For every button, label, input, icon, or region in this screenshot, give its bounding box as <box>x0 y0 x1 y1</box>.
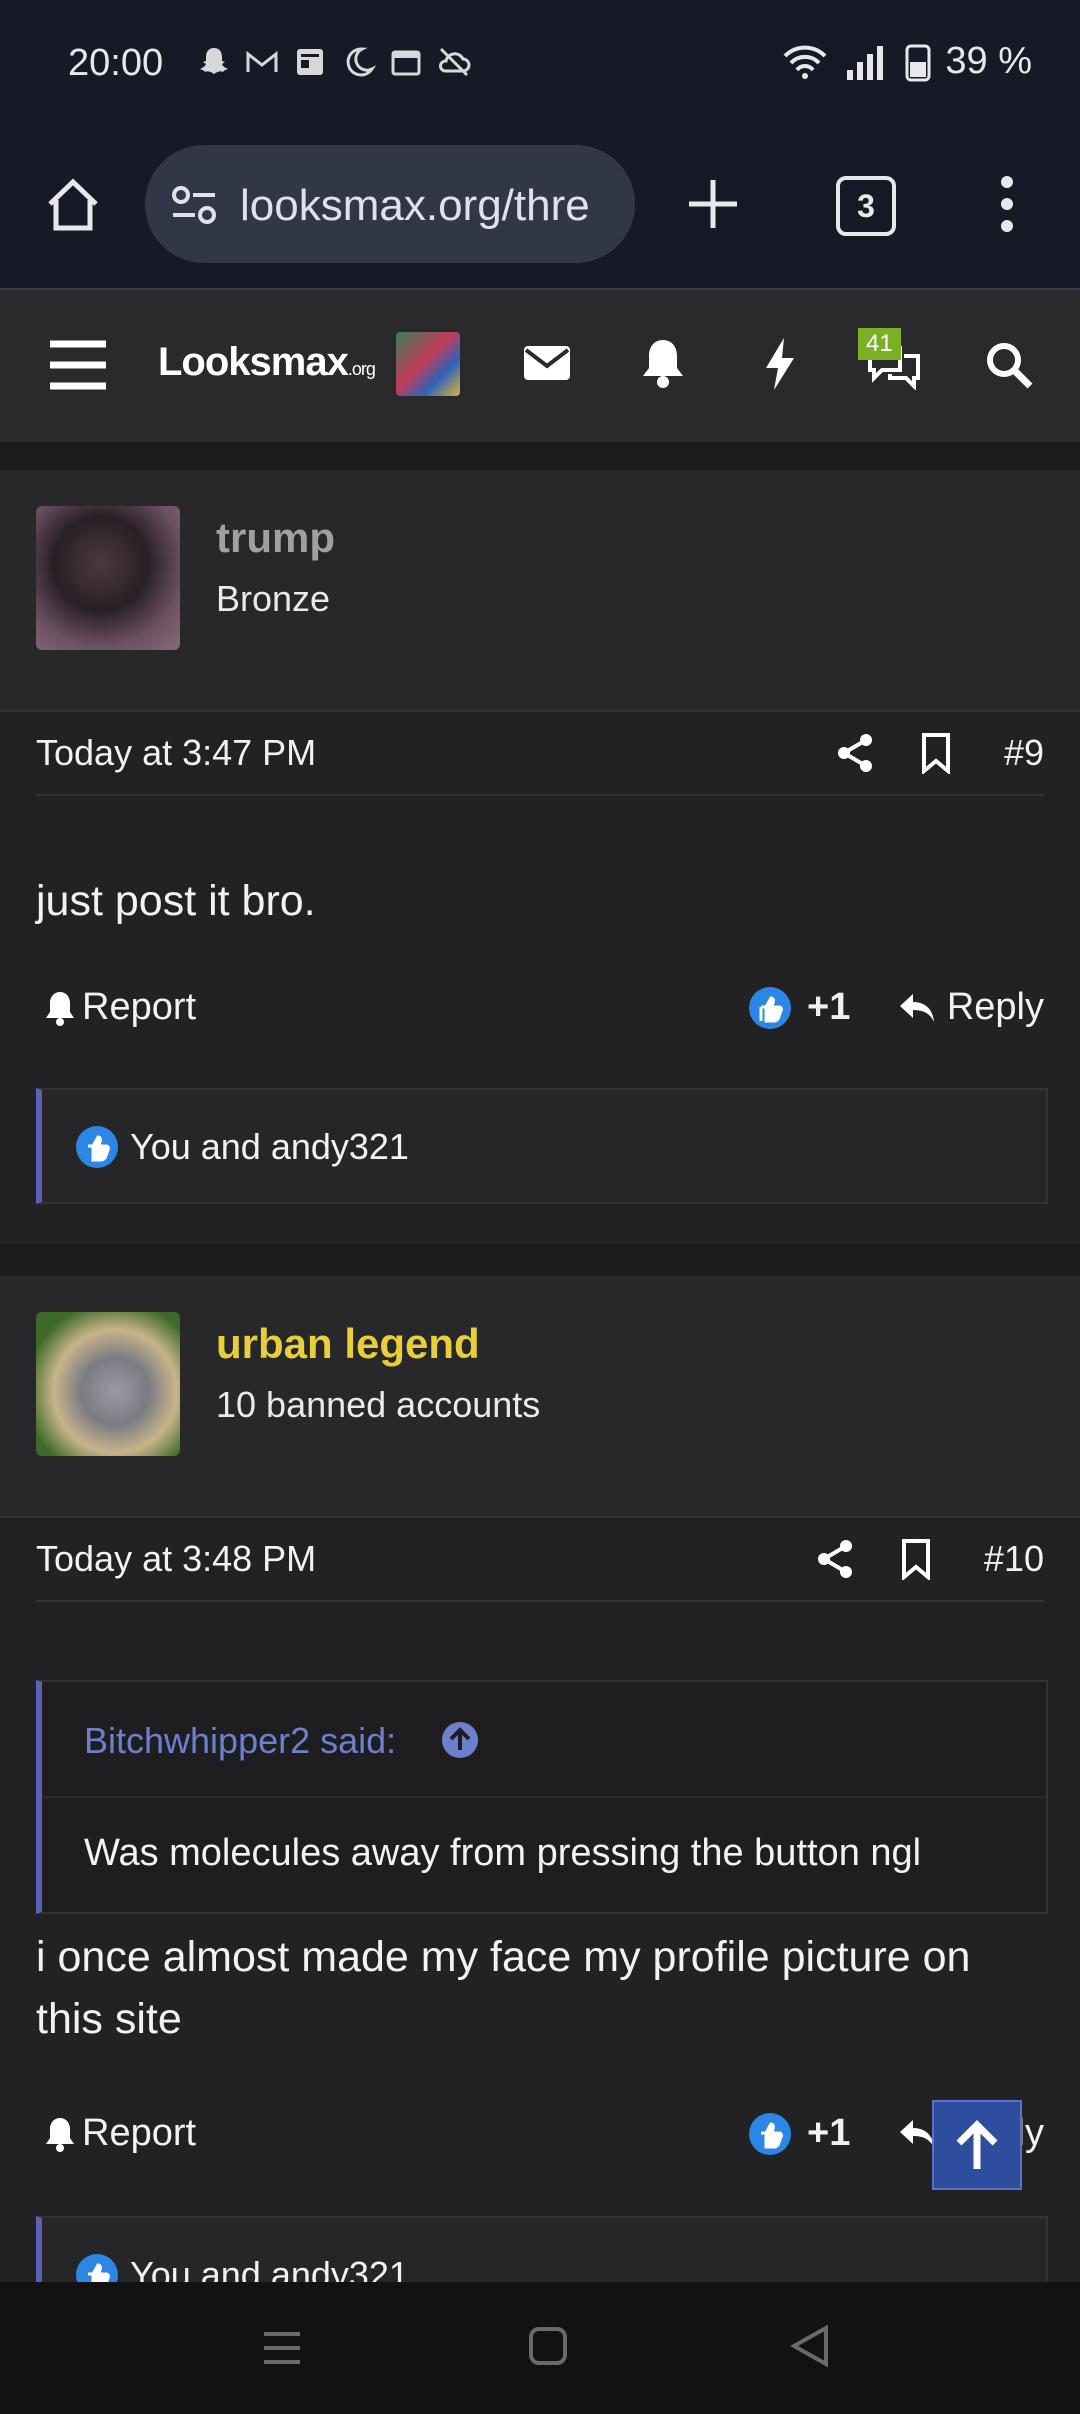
snapchat-icon <box>196 44 232 80</box>
reactions-bar[interactable]: You and andy321 <box>36 1088 1048 1204</box>
news-icon <box>292 44 328 80</box>
more-menu-icon[interactable] <box>992 174 1022 234</box>
report-label: Report <box>82 2112 197 2154</box>
post-time[interactable]: Today at 3:47 PM <box>36 732 316 774</box>
reactions-text: You and andy321 <box>130 1126 409 1167</box>
home-icon[interactable] <box>42 174 104 236</box>
post-body: just post it bro. <box>36 877 316 925</box>
hamburger-menu-icon[interactable] <box>48 338 108 392</box>
post-number[interactable]: #10 <box>984 1538 1044 1580</box>
thumbs-up-icon <box>76 1126 118 1168</box>
signal-icon <box>847 45 884 80</box>
post-number[interactable]: #9 <box>1004 732 1044 774</box>
recent-apps-icon[interactable] <box>262 2328 302 2368</box>
wifi-icon <box>783 45 827 79</box>
share-icon[interactable] <box>816 1538 854 1580</box>
separator <box>0 442 1080 470</box>
author-avatar[interactable] <box>36 506 180 650</box>
lightning-icon[interactable] <box>762 336 798 392</box>
author-title: Bronze <box>216 578 331 619</box>
back-icon[interactable] <box>790 2324 830 2368</box>
home-button-icon[interactable] <box>528 2326 568 2366</box>
report-label: Report <box>82 986 197 1028</box>
like-count: +1 <box>807 986 851 1028</box>
system-navigation-bar <box>0 2282 1080 2414</box>
user-avatar[interactable] <box>396 332 460 396</box>
tab-switcher-button[interactable]: 3 <box>836 176 896 236</box>
thumbs-up-icon <box>749 2112 791 2155</box>
report-button[interactable]: Report <box>44 2112 196 2155</box>
report-button[interactable]: Report <box>44 986 196 1029</box>
like-button[interactable]: +1 <box>749 2112 850 2155</box>
bookmark-icon[interactable] <box>920 732 952 774</box>
like-button[interactable]: +1 <box>749 986 850 1029</box>
post-author-block: urban legend 10 banned accounts <box>0 1276 1080 1518</box>
post-10: urban legend 10 banned accounts Today at… <box>0 1276 1080 2332</box>
scroll-to-top-button[interactable] <box>932 2100 1022 2190</box>
quote-header[interactable]: Bitchwhipper2 said: <box>42 1682 1046 1798</box>
post-actions: Report +1 Reply <box>36 980 1044 1040</box>
like-count: +1 <box>807 2112 851 2154</box>
tab-count: 3 <box>857 188 875 224</box>
site-logo[interactable]: Looksmax.org <box>158 340 376 385</box>
share-icon[interactable] <box>836 732 874 774</box>
url-text: looksmax.org/thre <box>240 181 590 230</box>
battery-level: 39 % <box>945 40 1032 82</box>
status-time: 20:00 <box>68 42 164 84</box>
post-actions: Report +1 Reply <box>36 2106 1044 2166</box>
author-avatar[interactable] <box>36 1312 180 1456</box>
battery-icon <box>905 44 931 81</box>
bookmark-icon[interactable] <box>900 1538 932 1580</box>
bell-icon[interactable] <box>640 336 686 390</box>
gmail-icon <box>244 44 280 80</box>
moon-icon <box>340 44 377 80</box>
new-tab-icon[interactable] <box>685 176 741 232</box>
separator <box>0 1244 1080 1276</box>
chat-badge: 41 <box>858 328 901 360</box>
post-meta: Today at 3:48 PM #10 <box>36 1520 1044 1602</box>
quote-block: Bitchwhipper2 said: Was molecules away f… <box>36 1680 1048 1914</box>
browser-toolbar: looksmax.org/thre 3 <box>0 130 1080 290</box>
reply-button[interactable]: Reply <box>897 986 1044 1029</box>
author-username[interactable]: trump <box>216 514 335 562</box>
arrow-up-circle-icon[interactable] <box>440 1720 480 1760</box>
quote-author[interactable]: Bitchwhipper2 said: <box>84 1720 396 1762</box>
cloud-off-icon <box>436 44 472 80</box>
post-body: i once almost made my face my profile pi… <box>36 1933 971 2043</box>
quote-text: Was molecules away from pressing the but… <box>84 1832 922 1874</box>
site-header: Looksmax.org 41 <box>0 290 1080 442</box>
post-9: trump Bronze Today at 3:47 PM #9 just po… <box>0 470 1080 1240</box>
reply-icon <box>899 2119 934 2148</box>
post-meta: Today at 3:47 PM #9 <box>36 714 1044 796</box>
site-settings-icon[interactable] <box>169 183 219 227</box>
reply-label: Reply <box>946 986 1044 1028</box>
calendar-icon <box>388 44 424 80</box>
arrow-up-icon <box>956 2120 998 2169</box>
author-title: 10 banned accounts <box>216 1384 541 1425</box>
status-bar: 20:00 39 % <box>0 0 1080 130</box>
bell-icon <box>46 2117 74 2152</box>
search-icon[interactable] <box>984 340 1034 390</box>
author-username[interactable]: urban legend <box>216 1320 480 1368</box>
notification-icons <box>196 44 472 80</box>
inbox-icon[interactable] <box>522 342 572 384</box>
thumbs-up-icon <box>749 986 791 1029</box>
address-bar[interactable]: looksmax.org/thre <box>145 145 635 263</box>
post-time[interactable]: Today at 3:48 PM <box>36 1538 316 1580</box>
bell-icon <box>46 991 74 1026</box>
post-author-block: trump Bronze <box>0 470 1080 712</box>
reply-icon <box>899 993 934 1022</box>
